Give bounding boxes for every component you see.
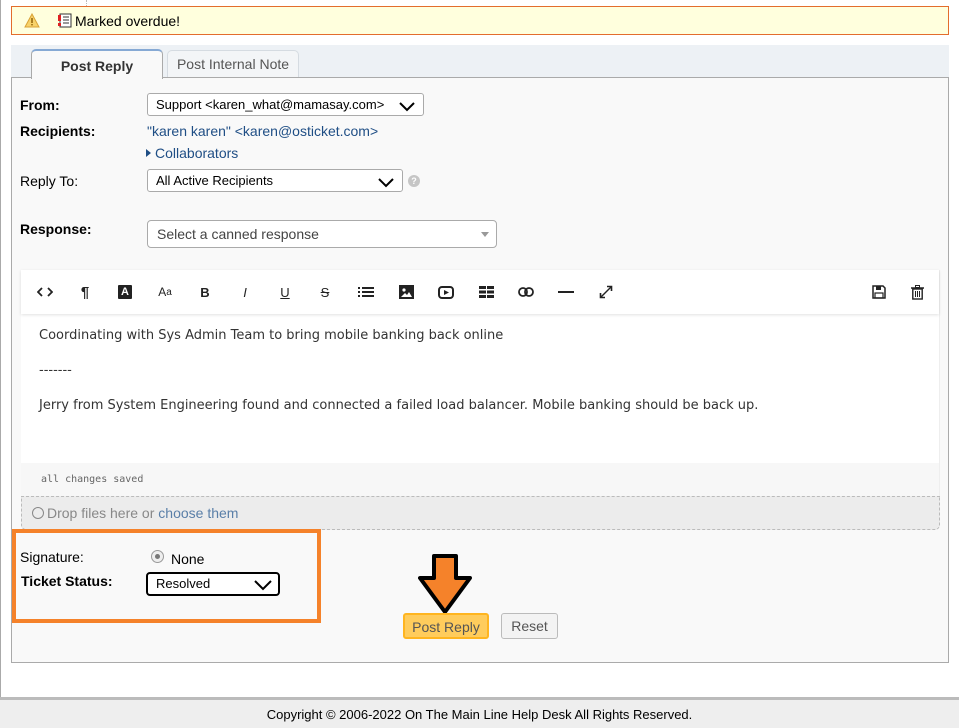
from-label: From:	[20, 97, 60, 113]
html-code-icon[interactable]	[34, 282, 56, 302]
response-label: Response:	[20, 221, 92, 237]
rich-text-editor: ¶ A Aa B I U S Coordinating with Sys Adm…	[21, 270, 940, 496]
reply-form-panel: From: Support <karen_what@mamasay.com> R…	[11, 77, 949, 663]
draft-save-status: all changes saved	[21, 463, 939, 496]
reply-to-value: All Active Recipients	[156, 173, 274, 188]
strikethrough-icon[interactable]: S	[314, 282, 336, 302]
reset-button[interactable]: Reset	[501, 613, 558, 639]
editor-line: -------	[39, 363, 72, 378]
video-icon[interactable]	[435, 282, 457, 302]
annotation-arrow-down-icon	[418, 554, 474, 619]
copyright-text: Copyright © 2006-2022 On The Main Line H…	[266, 707, 693, 722]
save-draft-icon[interactable]	[868, 282, 890, 302]
caret-right-icon	[146, 149, 151, 157]
font-color-icon[interactable]: A	[114, 282, 136, 302]
link-icon[interactable]	[515, 282, 537, 302]
italic-icon[interactable]: I	[234, 282, 256, 302]
recipients-value: "karen karen" <karen@osticket.com>	[147, 123, 379, 139]
table-icon[interactable]	[475, 282, 497, 302]
editor-content[interactable]: Coordinating with Sys Admin Team to brin…	[39, 328, 919, 433]
help-icon[interactable]: ?	[408, 175, 420, 187]
tab-post-internal-note[interactable]: Post Internal Note	[167, 50, 299, 78]
warning-icon	[24, 12, 40, 31]
post-reply-button[interactable]: Post Reply	[403, 613, 489, 639]
list-icon[interactable]	[355, 282, 377, 302]
paragraph-icon[interactable]: ¶	[74, 282, 96, 302]
editor-line: Jerry from System Engineering found and …	[39, 398, 759, 413]
banner-message: Marked overdue!	[75, 13, 181, 29]
fullscreen-icon[interactable]	[595, 282, 617, 302]
canned-response-placeholder: Select a canned response	[157, 226, 319, 242]
from-select[interactable]: Support <karen_what@mamasay.com>	[147, 93, 424, 116]
delete-draft-icon[interactable]	[906, 282, 928, 302]
drop-files-text: Drop files here or	[47, 505, 159, 521]
reply-to-select[interactable]: All Active Recipients	[147, 169, 403, 192]
footer: Copyright © 2006-2022 On The Main Line H…	[0, 700, 959, 728]
dropdown-arrow-icon	[481, 232, 489, 237]
font-size-icon[interactable]: Aa	[154, 282, 176, 302]
image-icon[interactable]	[395, 282, 417, 302]
collaborators-toggle[interactable]: Collaborators	[146, 145, 238, 161]
bold-icon[interactable]: B	[194, 282, 216, 302]
reply-tabs: Post Reply Post Internal Note	[11, 45, 949, 79]
overdue-banner: Marked overdue!	[11, 6, 949, 35]
horizontal-rule-icon[interactable]	[555, 282, 577, 302]
underline-icon[interactable]: U	[274, 282, 296, 302]
choose-files-link[interactable]: choose them	[158, 505, 238, 521]
collaborators-label: Collaborators	[155, 145, 239, 161]
editor-line: Coordinating with Sys Admin Team to brin…	[39, 328, 504, 343]
upload-icon	[32, 507, 44, 519]
page-left-border	[0, 0, 1, 697]
canned-response-select[interactable]: Select a canned response	[147, 220, 497, 248]
recipients-label: Recipients:	[20, 123, 96, 139]
from-select-value: Support <karen_what@mamasay.com>	[156, 97, 385, 112]
chevron-down-icon	[378, 174, 394, 195]
tab-post-reply[interactable]: Post Reply	[31, 49, 163, 79]
reply-to-label: Reply To:	[20, 173, 79, 189]
editor-toolbar: ¶ A Aa B I U S	[21, 270, 939, 314]
overdue-document-icon	[58, 13, 72, 31]
attachment-dropzone[interactable]: Drop files here or choose them	[21, 496, 940, 530]
annotation-highlight-box	[12, 529, 321, 623]
chevron-down-icon	[399, 98, 415, 119]
